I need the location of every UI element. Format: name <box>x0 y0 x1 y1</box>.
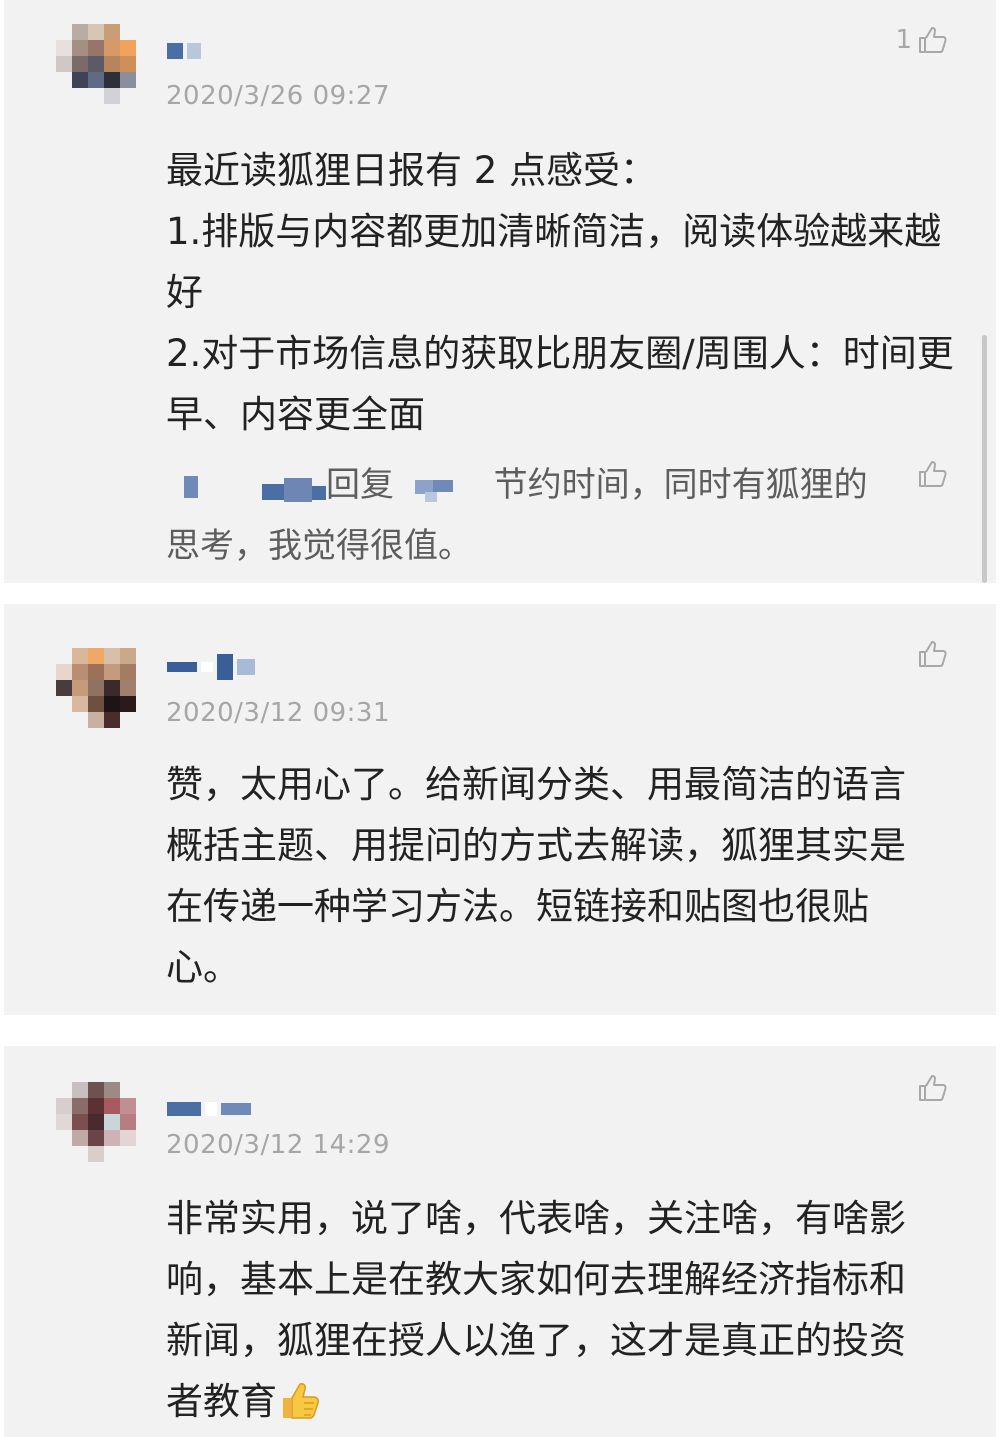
username-redacted[interactable] <box>167 1100 251 1118</box>
like-button[interactable]: 1 <box>895 24 948 56</box>
like-count: 1 <box>895 25 912 55</box>
scrollbar[interactable] <box>982 335 987 583</box>
avatar[interactable] <box>56 1082 152 1178</box>
like-button[interactable] <box>912 1072 948 1104</box>
reply-author-redacted[interactable] <box>166 472 326 502</box>
thumbs-up-outline-icon <box>919 27 947 53</box>
avatar[interactable] <box>56 24 152 120</box>
reply-like-button[interactable] <box>916 458 948 490</box>
comment-text: 非常实用，说了啥，代表啥，关注啥，有啥影响，基本上是在教大家如何去理解经济指标和… <box>166 1197 906 1423</box>
comment-card: 2020/3/26 09:27 1 最近读狐狸日报有 2 点感受： 1.排版与内… <box>4 0 996 583</box>
comment-text: 赞，太用心了。给新闻分类、用最简洁的语言概括主题、用提问的方式去解读，狐狸其实是… <box>166 763 906 989</box>
timestamp: 2020/3/26 09:27 <box>166 81 391 111</box>
username-redacted[interactable] <box>167 42 201 60</box>
reply: 回复 节约时间，同时有狐狸的思考，我觉得很值。 <box>166 455 886 577</box>
reply-target-redacted[interactable] <box>405 472 465 502</box>
thumbs-up-emoji <box>283 1383 319 1419</box>
avatar[interactable] <box>56 648 152 744</box>
like-button[interactable] <box>912 638 948 670</box>
comment-card: 2020/3/12 14:29 非常实用，说了啥，代表啥，关注啥，有啥影响，基本… <box>4 1046 996 1437</box>
comment-text: 最近读狐狸日报有 2 点感受： 1.排版与内容都更加清晰简洁，阅读体验越来越好 … <box>166 149 954 436</box>
comment-card: 2020/3/12 09:31 赞，太用心了。给新闻分类、用最简洁的语言概括主题… <box>4 604 996 1015</box>
timestamp: 2020/3/12 14:29 <box>166 1130 391 1160</box>
reply-verb: 回复 <box>326 465 394 505</box>
username-redacted[interactable] <box>167 654 255 680</box>
thumbs-up-outline-icon <box>919 461 947 487</box>
timestamp: 2020/3/12 09:31 <box>166 698 391 728</box>
thumbs-up-outline-icon <box>919 1075 947 1101</box>
thumbs-up-outline-icon <box>919 641 947 667</box>
